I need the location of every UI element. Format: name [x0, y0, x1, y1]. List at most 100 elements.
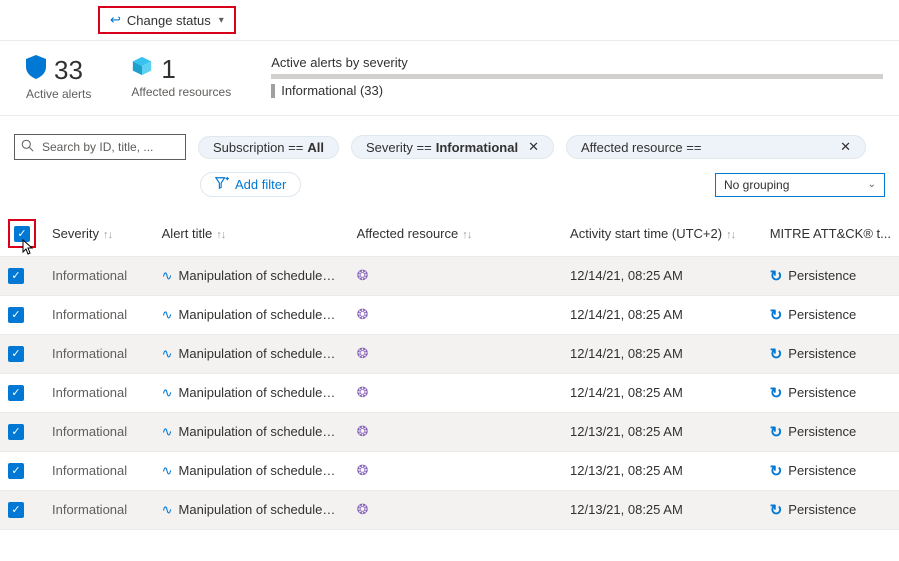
filter-severity[interactable]: Severity == Informational ✕ [351, 135, 554, 159]
resource-icon: ❂ [357, 462, 369, 478]
affected-resources-count: 1 [161, 56, 175, 82]
sort-icon: ↑↓ [103, 229, 112, 241]
time-cell: 12/13/21, 08:25 AM [562, 490, 762, 529]
resource-icon: ❂ [357, 423, 369, 439]
shield-icon [26, 55, 46, 85]
affected-resources-stat: 1 Affected resources [131, 55, 231, 99]
search-box[interactable] [14, 134, 186, 160]
alert-title-cell: ∿Manipulation of scheduled t... [162, 463, 341, 479]
active-alerts-count: 33 [54, 57, 83, 83]
persistence-icon: ↻ [770, 423, 783, 441]
active-alerts-stat: 33 Active alerts [26, 55, 91, 101]
filter-res-key: Affected resource == [581, 140, 701, 155]
search-input[interactable] [40, 139, 179, 155]
severity-legend-text: Informational (33) [281, 83, 383, 98]
active-alerts-label: Active alerts [26, 87, 91, 101]
table-row[interactable]: ✓ Informational ∿Manipulation of scheduled… [0, 490, 899, 529]
filter-sev-key: Severity == [366, 140, 432, 155]
row-checkbox[interactable]: ✓ [8, 463, 24, 479]
severity-cell: Informational [44, 490, 154, 529]
col-resource[interactable]: Affected resource↑↓ [349, 211, 562, 256]
row-checkbox[interactable]: ✓ [8, 385, 24, 401]
mitre-cell: ↻Persistence [770, 462, 891, 480]
pulse-icon: ∿ [162, 385, 173, 401]
col-title[interactable]: Alert title↑↓ [154, 211, 349, 256]
filter-sev-val: Informational [436, 140, 518, 155]
row-checkbox[interactable]: ✓ [8, 346, 24, 362]
sort-icon: ↑↓ [462, 229, 471, 241]
resource-icon: ❂ [357, 501, 369, 517]
table-row[interactable]: ✓ Informational ∿Manipulation of scheduled… [0, 373, 899, 412]
sort-icon: ↑↓ [216, 229, 225, 241]
mitre-cell: ↻Persistence [770, 306, 891, 324]
add-filter-icon [215, 176, 229, 193]
severity-cell: Informational [44, 334, 154, 373]
filter-sub-val: All [307, 140, 324, 155]
mitre-cell: ↻Persistence [770, 501, 891, 519]
add-filter-button[interactable]: Add filter [200, 172, 301, 197]
select-all-wrap: ✓ [8, 219, 36, 248]
resource-icon: ❂ [357, 384, 369, 400]
filter-resource-remove[interactable]: ✕ [840, 139, 851, 155]
filter-resource[interactable]: Affected resource == ✕ [566, 135, 866, 159]
mitre-cell: ↻Persistence [770, 267, 891, 285]
persistence-icon: ↻ [770, 384, 783, 402]
filter-subscription[interactable]: Subscription == All [198, 136, 339, 159]
time-cell: 12/14/21, 08:25 AM [562, 373, 762, 412]
affected-resources-label: Affected resources [131, 85, 231, 99]
persistence-icon: ↻ [770, 267, 783, 285]
mitre-cell: ↻Persistence [770, 345, 891, 363]
row-checkbox[interactable]: ✓ [8, 502, 24, 518]
row-checkbox[interactable]: ✓ [8, 307, 24, 323]
pulse-icon: ∿ [162, 502, 173, 518]
severity-swatch [271, 84, 275, 98]
persistence-icon: ↻ [770, 345, 783, 363]
col-severity[interactable]: Severity↑↓ [44, 211, 154, 256]
time-cell: 12/14/21, 08:25 AM [562, 295, 762, 334]
severity-title: Active alerts by severity [271, 55, 883, 70]
search-icon [21, 139, 34, 155]
alert-title-cell: ∿Manipulation of scheduled t... [162, 502, 341, 518]
chevron-down-icon: ▾ [219, 15, 224, 26]
cube-icon [131, 55, 153, 83]
chevron-down-icon: ⌄ [868, 179, 876, 190]
table-row[interactable]: ✓Informational∿Manipulation of scheduled… [0, 334, 899, 373]
mitre-cell: ↻Persistence [770, 423, 891, 441]
time-cell: 12/14/21, 08:25 AM [562, 334, 762, 373]
change-status-icon: ↩ [110, 12, 121, 28]
table-row[interactable]: ✓Informational∿Manipulation of scheduled… [0, 256, 899, 295]
grouping-value: No grouping [724, 178, 789, 192]
persistence-icon: ↻ [770, 306, 783, 324]
pulse-icon: ∿ [162, 346, 173, 362]
pulse-icon: ∿ [162, 307, 173, 323]
col-time[interactable]: Activity start time (UTC+2)↑↓ [562, 211, 762, 256]
change-status-button[interactable]: ↩ Change status ▾ [98, 6, 236, 34]
severity-cell: Informational [44, 295, 154, 334]
resource-icon: ❂ [357, 345, 369, 361]
table-row[interactable]: ✓ Informational ∿Manipulation of scheduled… [0, 451, 899, 490]
time-cell: 12/14/21, 08:25 AM [562, 256, 762, 295]
alert-title-cell: ∿Manipulation of scheduled t... [162, 307, 341, 323]
severity-cell: Informational [44, 451, 154, 490]
filter-sub-key: Subscription == [213, 140, 303, 155]
severity-breakdown: Active alerts by severity Informational … [271, 55, 899, 98]
severity-cell: Informational [44, 373, 154, 412]
table-row[interactable]: ✓Informational∿Manipulation of scheduled… [0, 412, 899, 451]
pulse-icon: ∿ [162, 424, 173, 440]
pulse-icon: ∿ [162, 463, 173, 479]
time-cell: 12/13/21, 08:25 AM [562, 451, 762, 490]
table-row[interactable]: ✓ Informational ∿Manipulation of scheduled… [0, 295, 899, 334]
severity-cell: Informational [44, 412, 154, 451]
alert-title-cell: ∿Manipulation of scheduled t... [162, 385, 341, 401]
add-filter-label: Add filter [235, 177, 286, 192]
row-checkbox[interactable]: ✓ [8, 268, 24, 284]
col-mitre[interactable]: MITRE ATT&CK® t... [762, 211, 899, 256]
sort-icon: ↑↓ [726, 229, 735, 241]
filter-severity-remove[interactable]: ✕ [528, 139, 539, 155]
select-all-checkbox[interactable]: ✓ [14, 226, 30, 242]
alerts-table: ✓ Severity↑↓ Alert title↑↓ Affected reso… [0, 211, 899, 530]
grouping-dropdown[interactable]: No grouping ⌄ [715, 173, 885, 197]
row-checkbox[interactable]: ✓ [8, 424, 24, 440]
change-status-label: Change status [127, 13, 211, 28]
pulse-icon: ∿ [162, 268, 173, 284]
